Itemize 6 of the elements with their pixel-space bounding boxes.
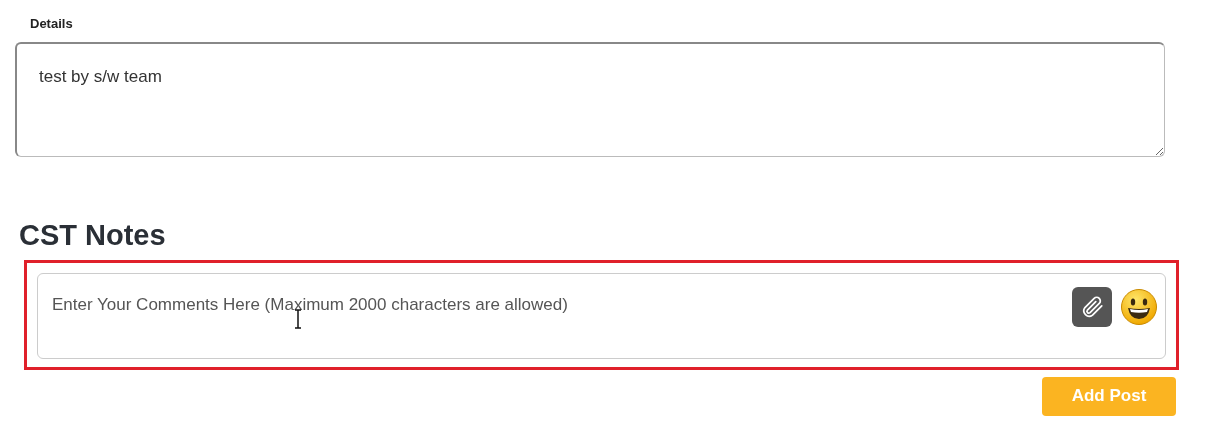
attachment-button[interactable] xyxy=(1072,286,1112,327)
field-label: Details xyxy=(29,15,74,33)
emoji-button[interactable] xyxy=(1120,287,1158,326)
section-heading: CST Notes xyxy=(19,217,167,253)
details-field[interactable]: test by s/w team xyxy=(15,41,1165,157)
comment-field[interactable]: Enter Your Comments Here (Maximum 2000 characters are allowed) xyxy=(37,272,1166,359)
